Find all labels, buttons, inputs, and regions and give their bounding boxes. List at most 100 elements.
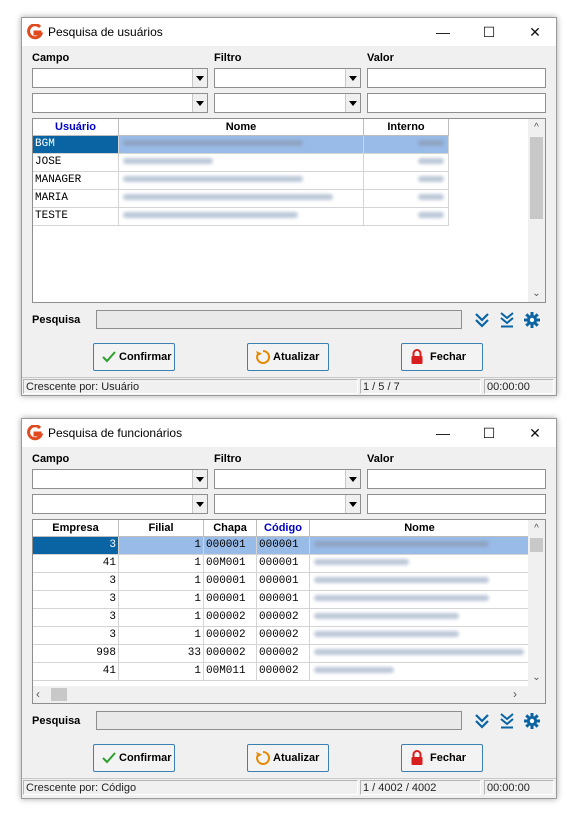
confirmar-button[interactable]: Confirmar — [93, 744, 175, 772]
filial-cell[interactable]: 1 — [119, 663, 204, 681]
filtro-select-2[interactable] — [214, 93, 361, 113]
scroll-to-bottom-icon[interactable] — [498, 712, 516, 730]
codigo-cell[interactable]: 000001 — [257, 591, 310, 609]
empresa-cell[interactable]: 998 — [33, 645, 119, 663]
chapa-cell[interactable]: 000001 — [204, 573, 257, 591]
close-button[interactable]: ✕ — [512, 419, 558, 447]
scroll-down-icon[interactable]: ⌄ — [528, 669, 545, 686]
empresa-cell[interactable]: 41 — [33, 555, 119, 573]
pesquisa-input[interactable] — [96, 310, 462, 329]
usuario-cell[interactable]: BGM — [33, 136, 119, 154]
chevron-down-icon[interactable] — [192, 495, 207, 513]
atualizar-button[interactable]: Atualizar — [247, 343, 329, 371]
chapa-cell[interactable]: 000002 — [204, 627, 257, 645]
nome-cell[interactable] — [119, 208, 364, 226]
interno-cell[interactable] — [364, 208, 449, 226]
scroll-up-icon[interactable]: ^ — [528, 520, 545, 537]
maximize-button[interactable]: ☐ — [466, 18, 512, 46]
nome-cell[interactable] — [310, 591, 530, 609]
double-chevron-down-icon[interactable] — [473, 311, 491, 329]
scroll-thumb[interactable] — [530, 137, 543, 219]
nome-cell[interactable] — [119, 136, 364, 154]
chapa-cell[interactable]: 000002 — [204, 609, 257, 627]
scroll-down-icon[interactable]: ⌄ — [528, 285, 545, 302]
filial-cell[interactable]: 1 — [119, 537, 204, 555]
column-header-usuario[interactable]: Usuário — [33, 119, 119, 136]
empresa-cell[interactable]: 3 — [33, 627, 119, 645]
column-header-nome[interactable]: Nome — [119, 119, 364, 136]
codigo-cell[interactable]: 000002 — [257, 627, 310, 645]
chapa-cell[interactable]: 000002 — [204, 645, 257, 663]
valor-input-1[interactable] — [367, 469, 546, 489]
codigo-cell[interactable]: 000002 — [257, 645, 310, 663]
nome-cell[interactable] — [119, 154, 364, 172]
valor-input-2[interactable] — [367, 494, 546, 514]
scroll-thumb[interactable] — [530, 538, 543, 552]
valor-input-1[interactable] — [367, 68, 546, 88]
chevron-down-icon[interactable] — [345, 470, 360, 488]
usuario-cell[interactable]: MARIA — [33, 190, 119, 208]
column-header-interno[interactable]: Interno — [364, 119, 449, 136]
nome-cell[interactable] — [310, 645, 530, 663]
interno-cell[interactable] — [364, 154, 449, 172]
column-header-codigo[interactable]: Código — [257, 520, 310, 537]
filtro-select-2[interactable] — [214, 494, 361, 514]
gear-icon[interactable] — [523, 712, 541, 730]
usuario-cell[interactable]: MANAGER — [33, 172, 119, 190]
scroll-up-icon[interactable]: ^ — [528, 119, 545, 136]
scroll-left-icon[interactable]: ‹ — [36, 686, 40, 703]
empresa-cell[interactable]: 3 — [33, 573, 119, 591]
vertical-scrollbar[interactable]: ^ ⌄ — [528, 119, 545, 302]
codigo-cell[interactable]: 000002 — [257, 609, 310, 627]
scroll-to-bottom-icon[interactable] — [498, 311, 516, 329]
nome-cell[interactable] — [119, 190, 364, 208]
minimize-button[interactable]: — — [420, 18, 466, 46]
maximize-button[interactable]: ☐ — [466, 419, 512, 447]
users-grid[interactable]: Usuário Nome Interno BGM JOSE MANAGER MA… — [32, 118, 546, 303]
minimize-button[interactable]: — — [420, 419, 466, 447]
codigo-cell[interactable]: 000001 — [257, 555, 310, 573]
chevron-down-icon[interactable] — [345, 495, 360, 513]
atualizar-button[interactable]: Atualizar — [247, 744, 329, 772]
codigo-cell[interactable]: 000001 — [257, 573, 310, 591]
chevron-down-icon[interactable] — [345, 94, 360, 112]
column-header-filial[interactable]: Filial — [119, 520, 204, 537]
chapa-cell[interactable]: 00M001 — [204, 555, 257, 573]
chevron-down-icon[interactable] — [192, 69, 207, 87]
confirmar-button[interactable]: Confirmar — [93, 343, 175, 371]
nome-cell[interactable] — [310, 627, 530, 645]
vertical-scrollbar[interactable]: ^ ⌄ — [528, 520, 545, 686]
filial-cell[interactable]: 33 — [119, 645, 204, 663]
close-button[interactable]: ✕ — [512, 18, 558, 46]
gear-icon[interactable] — [523, 311, 541, 329]
chevron-down-icon[interactable] — [192, 94, 207, 112]
pesquisa-input[interactable] — [96, 711, 462, 730]
chapa-cell[interactable]: 000001 — [204, 591, 257, 609]
scroll-right-icon[interactable]: › — [513, 686, 517, 703]
column-header-nome[interactable]: Nome — [310, 520, 530, 537]
campo-select-2[interactable] — [32, 494, 208, 514]
chapa-cell[interactable]: 00M011 — [204, 663, 257, 681]
nome-cell[interactable] — [310, 573, 530, 591]
chevron-down-icon[interactable] — [192, 470, 207, 488]
nome-cell[interactable] — [310, 663, 530, 681]
usuario-cell[interactable]: TESTE — [33, 208, 119, 226]
codigo-cell[interactable]: 000002 — [257, 663, 310, 681]
interno-cell[interactable] — [364, 190, 449, 208]
nome-cell[interactable] — [310, 609, 530, 627]
filial-cell[interactable]: 1 — [119, 627, 204, 645]
horizontal-scrollbar[interactable]: ‹ › — [33, 686, 545, 703]
chapa-cell[interactable]: 000001 — [204, 537, 257, 555]
usuario-cell[interactable]: JOSE — [33, 154, 119, 172]
campo-select-1[interactable] — [32, 68, 208, 88]
interno-cell[interactable] — [364, 136, 449, 154]
horizontal-scroll-thumb[interactable] — [51, 688, 67, 701]
empresa-cell[interactable]: 41 — [33, 663, 119, 681]
empresa-cell[interactable]: 3 — [33, 609, 119, 627]
column-header-empresa[interactable]: Empresa — [33, 520, 119, 537]
empresa-cell[interactable]: 3 — [33, 591, 119, 609]
column-header-chapa[interactable]: Chapa — [204, 520, 257, 537]
interno-cell[interactable] — [364, 172, 449, 190]
fechar-button[interactable]: Fechar — [401, 744, 483, 772]
chevron-down-icon[interactable] — [345, 69, 360, 87]
